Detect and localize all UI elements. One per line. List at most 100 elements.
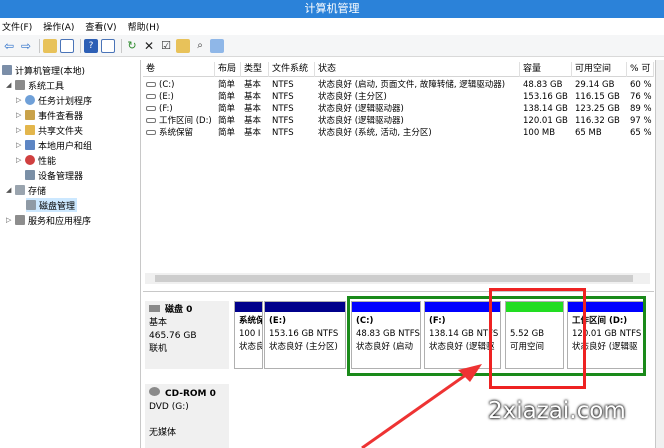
tree-item-disk-management[interactable]: 磁盘管理 bbox=[26, 198, 78, 212]
partition-system-reserved[interactable]: 系统保 100 I 状态良 bbox=[234, 301, 263, 369]
tree-root-label: 计算机管理(本地) bbox=[15, 66, 86, 77]
table-cell: NTFS bbox=[272, 80, 294, 90]
table-cell: (C:) bbox=[143, 79, 215, 91]
table-cell: 简单 bbox=[218, 104, 236, 114]
table-row[interactable]: (F:) 简单 基本 NTFS 状态良好 (逻辑驱动器) 138.14 GB 123.25 … bbox=[143, 103, 654, 115]
menu-view[interactable]: 查看(V) bbox=[85, 20, 116, 33]
table-cell: 基本 bbox=[244, 104, 262, 114]
check-icon[interactable]: ☑ bbox=[159, 39, 173, 53]
tree-item-label: 性能 bbox=[38, 156, 57, 167]
table-row[interactable]: (E:) 简单 基本 NTFS 状态良好 (主分区) 153.16 GB 116.15 GB… bbox=[143, 91, 654, 103]
up-folder-icon[interactable] bbox=[43, 38, 57, 53]
menu-file[interactable]: 文件(F) bbox=[2, 20, 32, 33]
column-header-percent-free[interactable]: % 可 bbox=[627, 62, 654, 77]
tree-item-label: 任务计划程序 bbox=[38, 96, 93, 107]
expanded-arrow-icon[interactable]: ◢ bbox=[6, 186, 15, 194]
table-cell: NTFS bbox=[272, 116, 294, 126]
back-icon[interactable]: ⇦ bbox=[2, 39, 16, 53]
volume-icon bbox=[146, 130, 156, 135]
collapsed-arrow-icon[interactable]: ▷ bbox=[16, 111, 25, 119]
table-cell: 120.01 GB bbox=[523, 116, 568, 126]
volume-name: (C:) bbox=[159, 80, 175, 90]
expanded-arrow-icon[interactable]: ◢ bbox=[6, 81, 15, 89]
tree-item-label: 磁盘管理 bbox=[39, 201, 76, 212]
scrollbar-thumb[interactable] bbox=[155, 275, 633, 282]
volume-name: 系统保留 bbox=[159, 128, 194, 138]
volume-name: (E:) bbox=[159, 92, 174, 102]
column-header-filesystem[interactable]: 文件系统 bbox=[269, 62, 315, 77]
table-cell: 简单 bbox=[218, 80, 236, 90]
collapsed-arrow-icon[interactable]: ▷ bbox=[16, 126, 25, 134]
column-header-layout[interactable]: 布局 bbox=[215, 62, 241, 77]
table-row[interactable]: (C:) 简单 基本 NTFS 状态良好 (启动, 页面文件, 故障转储, 逻辑驱动器)… bbox=[143, 79, 654, 91]
tree-item-shared-folders[interactable]: ▷ 共享文件夹 bbox=[16, 123, 83, 137]
table-cell: 76 % bbox=[630, 92, 652, 102]
collapsed-arrow-icon[interactable]: ▷ bbox=[16, 141, 25, 149]
table-row[interactable]: 工作区间 (D:) 简单 基本 NTFS 状态良好 (逻辑驱动器) 120.01 GB 11… bbox=[143, 115, 654, 127]
zoom-icon[interactable] bbox=[210, 38, 224, 53]
tree-item-services-apps[interactable]: ▷ 服务和应用程序 bbox=[6, 213, 91, 227]
table-cell: 状态良好 (系统, 活动, 主分区) bbox=[318, 128, 432, 138]
refresh-icon[interactable]: ↻ bbox=[125, 39, 139, 53]
disk0-status: 联机 bbox=[149, 344, 168, 354]
table-cell: 基本 bbox=[244, 128, 262, 138]
computer-icon bbox=[2, 65, 12, 75]
properties-icon[interactable] bbox=[101, 38, 115, 53]
table-cell: NTFS bbox=[272, 104, 294, 114]
tree-item-label: 本地用户和组 bbox=[38, 141, 93, 152]
table-cell: NTFS bbox=[272, 92, 294, 102]
table-cell: 116.15 GB bbox=[575, 92, 620, 102]
menu-help[interactable]: 帮助(H) bbox=[128, 20, 160, 33]
actions-pane-strip[interactable] bbox=[655, 60, 664, 448]
tree-item-label: 服务和应用程序 bbox=[28, 216, 92, 227]
column-header-capacity[interactable]: 容量 bbox=[520, 62, 572, 77]
tree-item-storage[interactable]: ◢ 存储 bbox=[6, 183, 46, 197]
tree-root[interactable]: 计算机管理(本地) bbox=[2, 63, 85, 77]
tree-item-performance[interactable]: ▷ 性能 bbox=[16, 153, 56, 167]
forward-icon[interactable]: ⇨ bbox=[19, 39, 33, 53]
tree-item-label: 设备管理器 bbox=[38, 171, 84, 182]
services-icon bbox=[15, 215, 25, 225]
storage-icon bbox=[15, 185, 25, 195]
collapsed-arrow-icon[interactable]: ▷ bbox=[16, 96, 25, 104]
menu-action[interactable]: 操作(A) bbox=[43, 20, 74, 33]
performance-icon bbox=[25, 155, 35, 165]
help-icon[interactable]: ? bbox=[84, 38, 98, 53]
table-cell: 状态良好 (主分区) bbox=[318, 92, 387, 102]
tree-item-task-scheduler[interactable]: ▷ 任务计划程序 bbox=[16, 93, 92, 107]
search-icon[interactable]: ⌕ bbox=[193, 39, 207, 53]
partition-e[interactable]: (E:) 153.16 GB NTFS 状态良好 (主分区) bbox=[264, 301, 346, 369]
collapsed-arrow-icon[interactable]: ▷ bbox=[16, 156, 25, 164]
folder-open-icon[interactable] bbox=[176, 38, 190, 53]
table-cell: 基本 bbox=[244, 92, 262, 102]
column-header-volume[interactable]: 卷 bbox=[143, 62, 215, 77]
tree-item-event-viewer[interactable]: ▷ 事件查看器 bbox=[16, 108, 83, 122]
table-cell: 153.16 GB bbox=[523, 92, 568, 102]
toolbar-separator bbox=[121, 38, 122, 53]
toolbar: ⇦ ⇨ ? ↻ ✕ ☑ ⌕ bbox=[0, 35, 664, 57]
tree-item-system-tools[interactable]: ◢ 系统工具 bbox=[6, 78, 64, 92]
menu-bar: 文件(F) 操作(A) 查看(V) 帮助(H) bbox=[0, 18, 664, 35]
table-row[interactable]: 系统保留 简单 基本 NTFS 状态良好 (系统, 活动, 主分区) 100 MB 65 M… bbox=[143, 127, 654, 139]
tree-item-local-users[interactable]: ▷ 本地用户和组 bbox=[16, 138, 92, 152]
disk0-info[interactable]: 磁盘 0 基本 465.76 GB 联机 bbox=[145, 301, 229, 369]
table-cell: 65 % bbox=[630, 128, 652, 138]
tree-item-label: 事件查看器 bbox=[38, 111, 84, 122]
column-header-status[interactable]: 状态 bbox=[315, 62, 520, 77]
table-cell: 65 MB bbox=[575, 128, 602, 138]
table-cell: 89 % bbox=[630, 104, 652, 114]
column-header-type[interactable]: 类型 bbox=[241, 62, 269, 77]
cdrom0-info[interactable]: CD-ROM 0 DVD (G:) 无媒体 bbox=[145, 384, 229, 448]
table-cell: 状态良好 (逻辑驱动器) bbox=[318, 104, 404, 114]
column-header-free-space[interactable]: 可用空间 bbox=[572, 62, 627, 77]
delete-icon[interactable]: ✕ bbox=[142, 39, 156, 53]
horizontal-scrollbar[interactable] bbox=[145, 273, 650, 284]
table-cell: NTFS bbox=[272, 128, 294, 138]
collapsed-arrow-icon[interactable]: ▷ bbox=[6, 216, 15, 224]
table-cell: 系统保留 bbox=[143, 127, 215, 139]
toolbar-separator bbox=[39, 38, 40, 53]
show-hide-tree-icon[interactable] bbox=[60, 38, 74, 53]
tree-item-device-manager[interactable]: 设备管理器 bbox=[25, 168, 83, 182]
disk0-size: 465.76 GB bbox=[149, 331, 197, 341]
table-cell: 138.14 GB bbox=[523, 104, 568, 114]
